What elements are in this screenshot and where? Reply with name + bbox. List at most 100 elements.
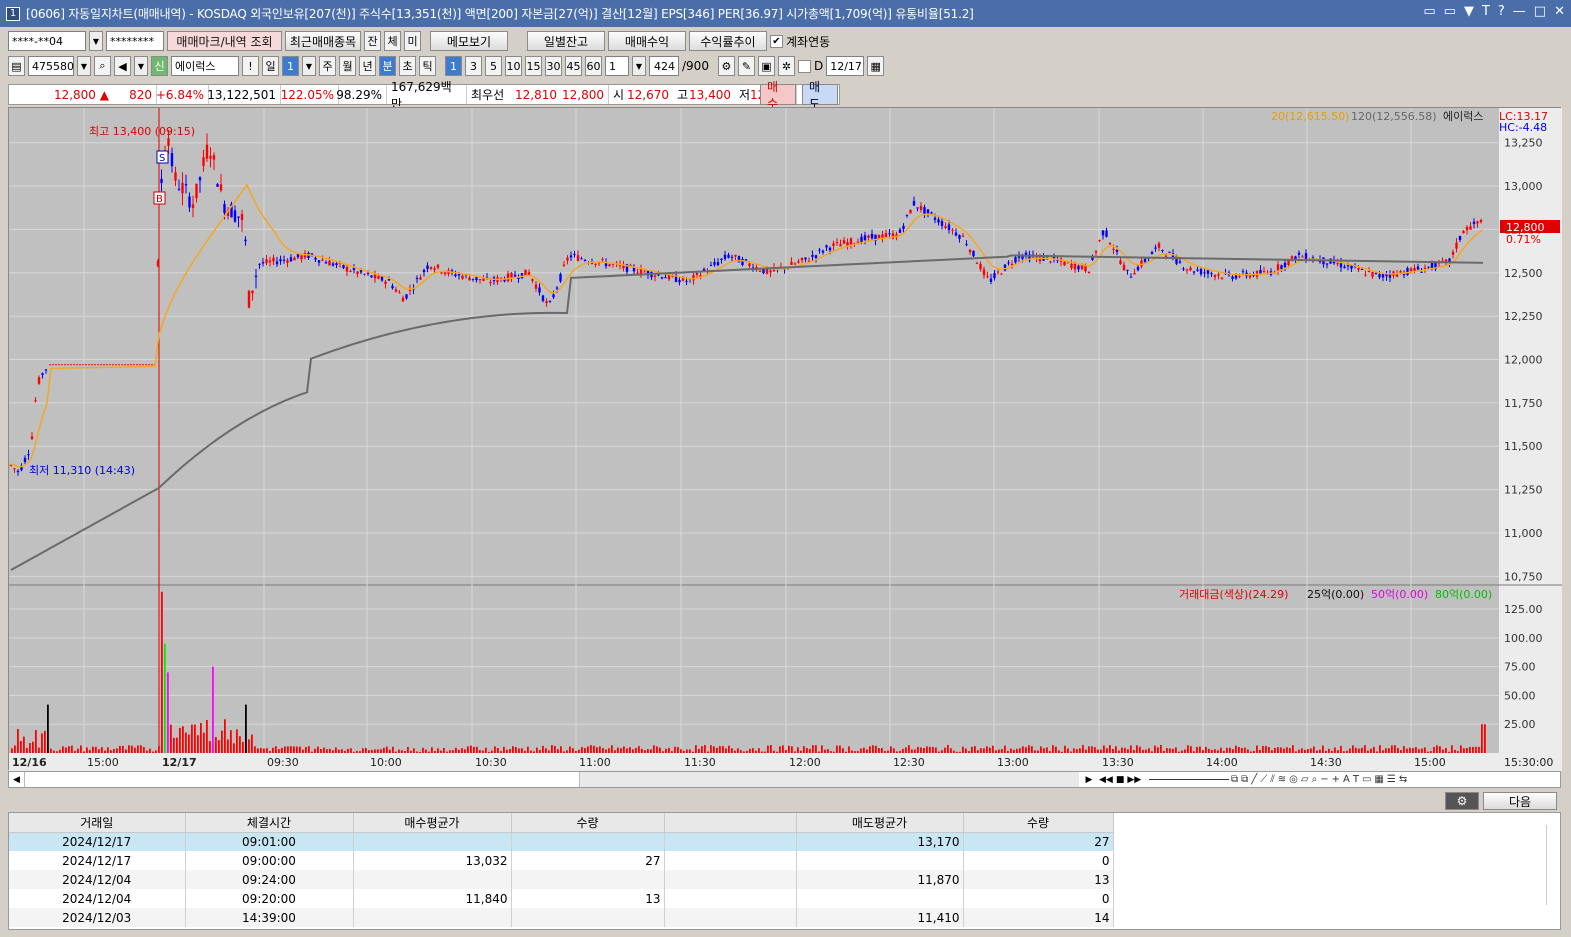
close-icon[interactable]: ✕: [1554, 4, 1565, 19]
minimize-icon[interactable]: —: [1513, 4, 1526, 19]
unit-input[interactable]: 1: [605, 56, 629, 76]
calendar-icon[interactable]: ▦: [867, 56, 885, 76]
scroll-right-icon[interactable]: ▶: [1081, 772, 1097, 787]
trade-profit-button[interactable]: 매매수익: [608, 31, 686, 51]
recent-stocks-button[interactable]: 최근매매종목: [285, 31, 361, 51]
minute-5[interactable]: 5: [485, 56, 502, 76]
speaker-icon[interactable]: ◀: [114, 56, 131, 76]
help-icon[interactable]: ?: [1498, 4, 1505, 19]
maximize-icon[interactable]: □: [1534, 4, 1546, 19]
scroll-left-icon[interactable]: ◀: [9, 772, 25, 787]
password-field[interactable]: ********: [106, 31, 164, 51]
chevron-down-icon[interactable]: ▼: [89, 31, 103, 51]
sync-icon[interactable]: ⇆: [1399, 774, 1407, 785]
d-checkbox[interactable]: [797, 59, 811, 73]
minute-10[interactable]: 10: [505, 56, 522, 76]
indicator-icon[interactable]: ⚙: [717, 56, 735, 76]
rewind-icon[interactable]: ◀◀: [1099, 775, 1113, 785]
period-tick[interactable]: 틱: [419, 56, 436, 76]
count-input[interactable]: 424: [649, 56, 679, 76]
scroll-thumb[interactable]: [579, 772, 1079, 787]
sell-button[interactable]: 매도: [802, 80, 838, 111]
table-row[interactable]: 2024/12/04 09:24:00 11,870 13: [9, 870, 1114, 889]
box-icon[interactable]: ▭: [1362, 774, 1371, 785]
date-input[interactable]: 12/17: [826, 56, 865, 76]
col-exec-time[interactable]: 체결시간: [185, 813, 354, 833]
period-day-count[interactable]: 1: [282, 56, 299, 76]
table-scrollbar[interactable]: [1546, 825, 1558, 905]
period-month[interactable]: 월: [339, 56, 356, 76]
trend-icon[interactable]: ⟋: [1260, 774, 1267, 785]
plus-icon[interactable]: +: [1332, 774, 1340, 785]
tab-executed[interactable]: 체: [384, 31, 401, 51]
search-icon[interactable]: ⌕: [94, 56, 111, 76]
col-trade-date[interactable]: 거래일: [9, 813, 186, 833]
fib-icon[interactable]: ≋: [1278, 774, 1286, 785]
chevron-down-icon[interactable]: ▼: [134, 56, 148, 76]
settings-gear-icon[interactable]: ⚙: [1445, 792, 1479, 810]
minute-45[interactable]: 45: [565, 56, 582, 76]
period-day[interactable]: 일: [262, 56, 279, 76]
font-icon[interactable]: T: [1482, 4, 1490, 19]
chevron-down-icon[interactable]: ▼: [632, 56, 646, 76]
text-icon[interactable]: A: [1343, 774, 1350, 785]
font-icon[interactable]: T: [1353, 774, 1359, 785]
shape-icon[interactable]: ▱: [1301, 774, 1309, 785]
col-sell-avg[interactable]: 매도평균가: [796, 813, 964, 833]
tile-icon[interactable]: ▭: [1444, 4, 1456, 19]
copy-icon[interactable]: ⧉: [1231, 774, 1238, 785]
minute-3[interactable]: 3: [465, 56, 482, 76]
memo-button[interactable]: 메모보기: [430, 31, 508, 51]
chart-area[interactable]: 13,25013,00012,75012,50012,25012,00011,7…: [8, 107, 1562, 771]
buy-button[interactable]: 매수: [760, 80, 796, 111]
account-link-checkbox[interactable]: ✔: [770, 34, 783, 48]
col-buy-avg[interactable]: 매수평균가: [353, 813, 512, 833]
period-second[interactable]: 초: [399, 56, 416, 76]
cycle-icon[interactable]: ◎: [1289, 774, 1298, 785]
table-row[interactable]: 2024/12/17 09:01:00 13,170 27: [9, 832, 1114, 851]
period-minute[interactable]: 분: [379, 56, 396, 76]
restore-icon[interactable]: ▭: [1423, 4, 1435, 19]
stock-list-icon[interactable]: ▤: [8, 56, 25, 76]
chevron-down-icon[interactable]: ▼: [302, 56, 316, 76]
line-icon[interactable]: ╱: [1251, 774, 1257, 785]
chevron-down-icon[interactable]: ▼: [77, 56, 91, 76]
minute-60[interactable]: 60: [585, 56, 602, 76]
alert-button[interactable]: !: [242, 56, 259, 76]
table-row[interactable]: 2024/12/03 14:39:00 11,410 14: [9, 908, 1114, 927]
tab-balance[interactable]: 잔: [364, 31, 381, 51]
account-select[interactable]: ****-**04: [8, 31, 86, 51]
gear-icon[interactable]: ✲: [777, 56, 795, 76]
stop-icon[interactable]: ■: [1116, 775, 1125, 785]
next-button[interactable]: 다음: [1483, 792, 1557, 810]
tools-icon[interactable]: ✎: [737, 56, 755, 76]
pin-icon[interactable]: ▼: [1464, 4, 1474, 19]
channel-icon[interactable]: ⫽: [1270, 774, 1274, 785]
minute-15[interactable]: 15: [525, 56, 542, 76]
trade-mark-button[interactable]: 매매마크/내역 조회: [167, 31, 282, 51]
period-week[interactable]: 주: [319, 56, 336, 76]
candlestick-chart[interactable]: 13,25013,00012,75012,50012,25012,00011,7…: [9, 108, 1562, 771]
tile-icon[interactable]: ⧉: [1241, 774, 1248, 785]
minute-1[interactable]: 1: [445, 56, 462, 76]
forward-icon[interactable]: ▶▶: [1127, 775, 1141, 785]
minus-icon[interactable]: −: [1320, 774, 1328, 785]
table-row[interactable]: 2024/12/04 09:20:00 11,840 13 0: [9, 889, 1114, 908]
drawing-tools[interactable]: ⧉ ⧉ ╱ ⟋ ⫽ ≋ ◎ ▱ ⌕ − + A T ▭ ▦ ☰ ⇆: [1231, 772, 1561, 787]
config-icon[interactable]: ☰: [1387, 774, 1396, 785]
cell-sell-qty: 27: [963, 832, 1114, 851]
save-icon[interactable]: ▣: [757, 56, 775, 76]
period-year[interactable]: 년: [359, 56, 376, 76]
col-sell-qty[interactable]: 수량: [963, 813, 1114, 833]
minute-30[interactable]: 30: [545, 56, 562, 76]
col-buy-qty[interactable]: 수량: [511, 813, 665, 833]
profit-trend-button[interactable]: 수익률추이: [689, 31, 767, 51]
tab-unexecuted[interactable]: 미: [404, 31, 421, 51]
zoom-slider[interactable]: [1149, 779, 1229, 780]
table-row[interactable]: 2024/12/17 09:00:00 13,032 27 0: [9, 851, 1114, 870]
grid-icon[interactable]: ▦: [1374, 774, 1383, 785]
stock-code-input[interactable]: 475580: [28, 56, 74, 76]
daily-balance-button[interactable]: 일별잔고: [527, 31, 605, 51]
chart-scrollbar[interactable]: ◀ ▶ ◀◀ ■ ▶▶ ⧉ ⧉ ╱ ⟋ ⫽ ≋ ◎ ▱ ⌕ − + A T ▭ ▦ ☰ ⇆: [8, 771, 1561, 788]
zoom-icon[interactable]: ⌕: [1312, 774, 1318, 785]
